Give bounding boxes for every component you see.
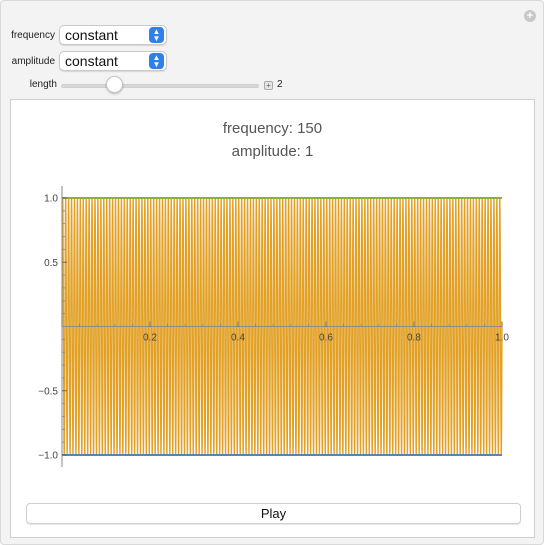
y-tick-label: −0.5 [38, 386, 58, 397]
frequency-select-value: constant [65, 27, 118, 43]
amplitude-control: amplitude constant ▲ ▼ [1, 50, 167, 72]
length-slider-thumb[interactable] [106, 76, 124, 93]
length-value: 2 [277, 79, 283, 90]
up-down-arrows-icon: ▲ ▼ [149, 27, 164, 43]
length-control: length + 2 [1, 76, 544, 94]
length-slider-track[interactable] [61, 84, 259, 88]
frequency-control: frequency constant ▲ ▼ [1, 24, 167, 46]
waveform-plot: 0.2 0.4 0.6 0.8 1.0 1.0 0.5 −0.5 −1.0 [38, 186, 509, 467]
y-tick-label: −1.0 [38, 451, 58, 462]
frequency-label: frequency [11, 29, 55, 41]
output-panel: frequency: 150 amplitude: 1 0.2 0.4 0.6 0.8… [10, 99, 535, 538]
up-down-arrows-icon: ▲ ▼ [149, 53, 164, 69]
y-tick-label: 0.5 [44, 258, 58, 269]
amplitude-label: amplitude [11, 55, 55, 67]
y-tick-label: 1.0 [44, 194, 58, 205]
amplitude-select[interactable]: constant ▲ ▼ [59, 51, 167, 71]
x-tick-label: 0.4 [231, 333, 245, 344]
length-label: length [29, 79, 57, 90]
x-tick-label: 0.2 [143, 333, 157, 344]
frequency-select[interactable]: constant ▲ ▼ [59, 25, 167, 45]
demonstration-frame: + frequency constant ▲ ▼ amplitude consta… [0, 0, 544, 545]
add-icon[interactable]: + [524, 10, 536, 22]
play-button[interactable]: Play [26, 503, 521, 524]
x-tick-label: 0.6 [319, 333, 333, 344]
x-tick-label: 0.8 [407, 333, 421, 344]
amplitude-select-value: constant [65, 53, 118, 69]
expand-plus-icon[interactable]: + [264, 81, 273, 90]
x-tick-label: 1.0 [495, 333, 509, 344]
